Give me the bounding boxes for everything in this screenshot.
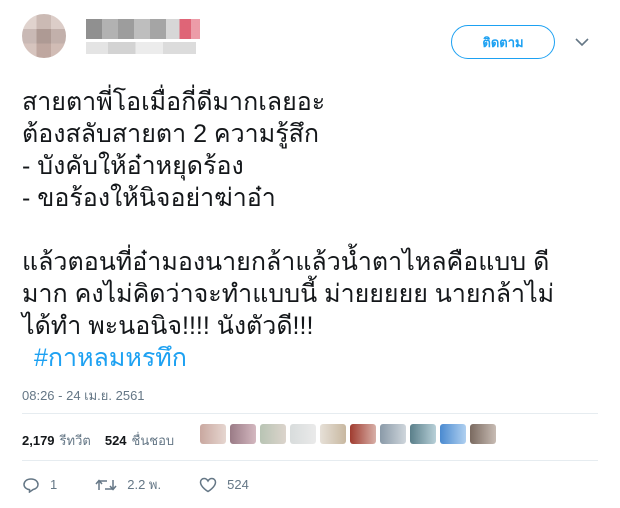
tweet-line: - ขอร้องให้นิจอย่าฆ่าอ๋า	[22, 184, 276, 212]
reply-count: 1	[50, 477, 58, 492]
liker-avatar[interactable]	[470, 424, 496, 444]
reply-icon	[23, 477, 39, 493]
liker-avatar[interactable]	[290, 424, 316, 444]
retweet-stat-label: รีทวีต	[59, 433, 91, 448]
like-button[interactable]: 524	[199, 477, 249, 493]
heart-icon	[199, 477, 217, 492]
liker-avatar[interactable]	[230, 424, 256, 444]
tweet-line: แล้วตอนที่อ๋ามองนายกล้าแล้วน้ำตาไหลคือแบ…	[22, 248, 550, 276]
chevron-down-icon[interactable]	[575, 37, 589, 47]
tweet-timestamp[interactable]: 08:26 - 24 เม.ย. 2561	[22, 385, 145, 406]
liker-avatar[interactable]	[200, 424, 226, 444]
tweet-text: สายตาพี่โอเมื่อกี่ดีมากเลยอะ ต้องสลับสาย…	[22, 86, 602, 374]
retweet-stat[interactable]: 2,179 รีทวีต	[22, 430, 91, 451]
follow-button[interactable]: ติดตาม	[451, 25, 555, 59]
liker-avatar[interactable]	[320, 424, 346, 444]
liker-avatar[interactable]	[260, 424, 286, 444]
tweet-line: ต้องสลับสายตา 2 ความรู้สึก	[22, 120, 320, 148]
tweet-line: ได้ทำ พะนอนิจ!!!! นังตัวดี!!!	[22, 312, 314, 340]
tweet-line: สายตาพี่โอเมื่อกี่ดีมากเลยอะ	[22, 88, 326, 116]
tweet-actions: 1 2.2 พ. 524	[22, 474, 287, 495]
liker-avatar[interactable]	[380, 424, 406, 444]
like-stat[interactable]: 524 ชื่นชอบ	[105, 430, 174, 451]
like-count: 524	[227, 477, 249, 492]
liker-avatar[interactable]	[350, 424, 376, 444]
engagement-stats: 2,179 รีทวีต 524 ชื่นชอบ	[22, 430, 188, 451]
tweet-line: มาก คงไม่คิดว่าจะทำแบบนี้ ม่ายยยยย นายกล…	[22, 280, 555, 308]
like-stat-count: 524	[104, 433, 127, 448]
author-handle-blurred[interactable]	[86, 42, 196, 54]
retweet-icon	[95, 478, 117, 491]
retweet-button[interactable]: 2.2 พ.	[95, 474, 161, 495]
liker-avatar[interactable]	[410, 424, 436, 444]
tweet-line: - บังคับให้อ๋าหยุดร้อง	[22, 152, 244, 180]
retweet-count: 2.2 พ.	[127, 477, 162, 492]
author-name-blurred[interactable]	[86, 19, 200, 39]
liker-avatar[interactable]	[440, 424, 466, 444]
retweet-stat-count: 2,179	[22, 433, 55, 448]
divider	[22, 413, 598, 414]
divider	[22, 460, 598, 461]
liker-avatars	[200, 424, 496, 446]
like-stat-label: ชื่นชอบ	[131, 433, 175, 448]
avatar[interactable]	[22, 14, 66, 58]
reply-button[interactable]: 1	[22, 477, 57, 493]
hashtag-link[interactable]: #กาหลมหรทึก	[22, 342, 602, 374]
